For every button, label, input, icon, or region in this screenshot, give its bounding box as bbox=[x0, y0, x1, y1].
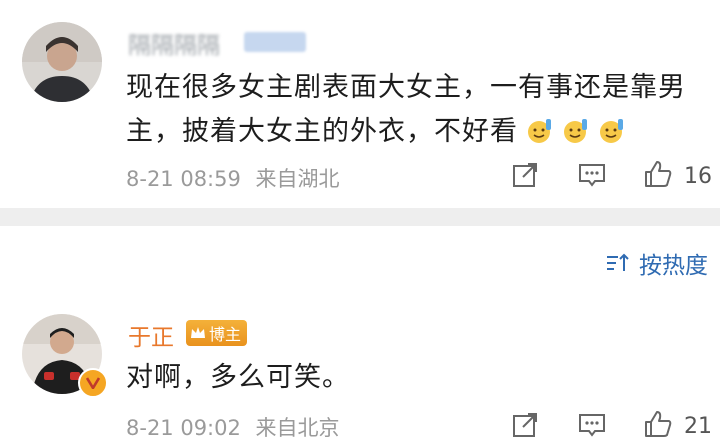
comment-meta: 8-21 09:02 来自北京 bbox=[126, 412, 340, 442]
sort-bar: 按热度 bbox=[0, 226, 720, 300]
comment-location: 来自北京 bbox=[255, 416, 340, 440]
hand-wave-emoji bbox=[596, 116, 626, 160]
avatar[interactable] bbox=[22, 22, 102, 102]
sort-button[interactable]: 按热度 bbox=[605, 246, 708, 280]
comment-icon[interactable] bbox=[576, 410, 608, 440]
share-icon[interactable] bbox=[510, 410, 540, 440]
hand-wave-emoji bbox=[560, 116, 590, 160]
sort-label: 按热度 bbox=[639, 253, 708, 279]
user-name[interactable]: 隔隔隔隔 bbox=[128, 26, 220, 60]
author-badge: 博主 bbox=[186, 320, 248, 346]
comment-content: 现在很多女主剧表面大女主，一有事还是靠男主，披着大女主的外衣，不好看 bbox=[126, 66, 712, 160]
comment-time: 8-21 09:02 bbox=[126, 416, 241, 440]
user-badge bbox=[244, 32, 306, 52]
sort-icon bbox=[605, 251, 631, 275]
comment-text: 对啊，多么可笑。 bbox=[126, 362, 350, 393]
like-icon[interactable] bbox=[642, 158, 674, 190]
verified-icon bbox=[78, 368, 108, 398]
like-icon[interactable] bbox=[642, 408, 674, 440]
comment-card: 于正 博主 对啊，多么可笑。 8-21 09:02 来自北京 21 bbox=[0, 300, 720, 444]
comment-content: 对啊，多么可笑。 bbox=[126, 356, 686, 400]
user-name[interactable]: 于正 bbox=[128, 318, 174, 352]
section-divider bbox=[0, 208, 720, 226]
like-count: 16 bbox=[684, 164, 712, 189]
hand-wave-emoji bbox=[524, 116, 554, 160]
like-count: 21 bbox=[684, 414, 712, 439]
comment-location: 来自湖北 bbox=[255, 167, 340, 191]
share-icon[interactable] bbox=[510, 160, 540, 190]
comment-icon[interactable] bbox=[576, 160, 608, 190]
crown-icon bbox=[190, 326, 206, 340]
author-badge-label: 博主 bbox=[209, 325, 242, 344]
comment-meta: 8-21 08:59 来自湖北 bbox=[126, 163, 340, 193]
comment-card: 隔隔隔隔 现在很多女主剧表面大女主，一有事还是靠男主，披着大女主的外衣，不好看 … bbox=[0, 0, 720, 208]
comment-time: 8-21 08:59 bbox=[126, 167, 241, 191]
